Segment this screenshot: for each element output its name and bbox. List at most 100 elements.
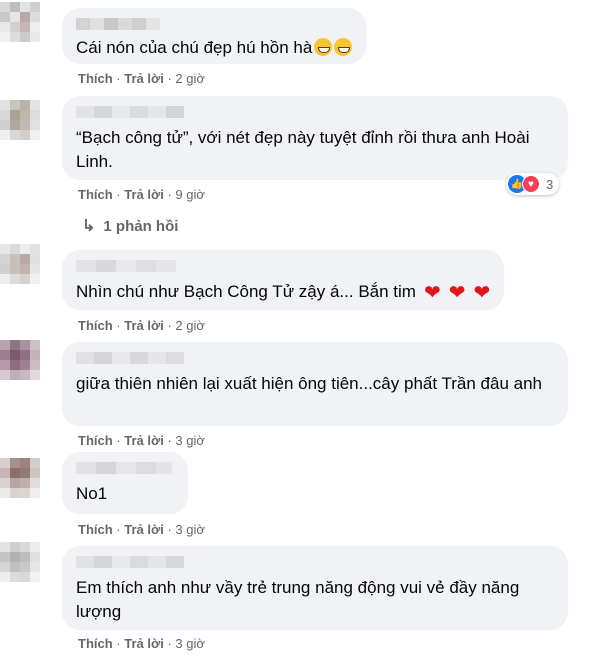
like-link[interactable]: Thích [78,318,113,333]
avatar-pixel [10,562,20,572]
avatar-pixel [20,12,30,22]
comment-bubble: “Bạch công tử”, với nét đẹp này tuyệt đỉ… [62,96,568,180]
grinning-face-icon [334,38,353,56]
avatar-pixel [10,478,20,488]
timestamp[interactable]: 3 giờ [175,433,205,448]
like-link[interactable]: Thích [78,187,113,202]
avatar-pixel [10,274,20,284]
avatar[interactable] [0,244,40,284]
avatar-pixel [20,110,30,120]
avatar-pixel [10,22,20,32]
like-link[interactable]: Thích [78,71,113,86]
avatar-pixel [20,2,30,12]
avatar-pixel [30,370,40,380]
avatar-pixel [0,120,10,130]
avatar-pixel [20,120,30,130]
timestamp[interactable]: 9 giờ [175,187,205,202]
reply-link[interactable]: Trả lời [124,433,164,448]
avatar-pixel [0,468,10,478]
avatar-pixel [30,32,40,42]
commenter-name-blurred[interactable] [76,556,554,568]
avatar-pixel [0,12,10,22]
like-link[interactable]: Thích [78,636,113,651]
avatar-pixel [0,552,10,562]
avatar-pixel [0,542,10,552]
like-link[interactable]: Thích [78,522,113,537]
heart-icon: ❤ [448,282,466,304]
view-replies-link[interactable]: ↳ 1 phản hồi [82,216,178,236]
avatar-pixel [10,458,20,468]
reply-link[interactable]: Trả lời [124,636,164,651]
avatar-pixel [20,370,30,380]
avatar-pixel [20,360,30,370]
avatar-pixel [0,572,10,582]
reply-link[interactable]: Trả lời [124,318,164,333]
reply-link[interactable]: Trả lời [124,71,164,86]
avatar[interactable] [0,100,40,140]
comment-bubble: Cái nón của chú đẹp hú hồn hà [62,8,367,64]
comment-text: Em thích anh như vầy trẻ trung năng động… [76,578,520,621]
avatar-pixel [20,32,30,42]
avatar-pixel [30,340,40,350]
comment-actions: Thích · Trả lời · 2 giờ [78,71,205,86]
timestamp[interactable]: 3 giờ [175,522,205,537]
avatar-pixel [30,572,40,582]
timestamp[interactable]: 3 giờ [175,636,205,651]
avatar-pixel [0,274,10,284]
reply-link[interactable]: Trả lời [124,522,164,537]
comment-actions: Thích · Trả lời · 3 giờ [78,433,205,448]
timestamp[interactable]: 2 giờ [175,318,205,333]
avatar-pixel [10,264,20,274]
avatar-pixel [10,120,20,130]
avatar-pixel [0,22,10,32]
comment-bubble: Em thích anh như vầy trẻ trung năng động… [62,546,568,630]
commenter-name-blurred[interactable] [76,352,554,364]
avatar-pixel [20,572,30,582]
avatar-pixel [20,552,30,562]
avatar-pixel [30,552,40,562]
avatar-pixel [30,130,40,140]
avatar-pixel [20,350,30,360]
reply-link[interactable]: Trả lời [124,187,164,202]
like-link[interactable]: Thích [78,433,113,448]
comment-bubble: Nhìn chú như Bạch Công Tử zậy á... Bắn t… [62,250,505,310]
avatar-pixel [30,458,40,468]
avatar-pixel [10,32,20,42]
timestamp[interactable]: 2 giờ [175,71,205,86]
avatar-pixel [0,2,10,12]
avatar-pixel [20,468,30,478]
avatar-pixel [20,340,30,350]
avatar[interactable] [0,542,40,582]
avatar-pixel [10,130,20,140]
avatar-pixel [20,458,30,468]
avatar-pixel [20,130,30,140]
reaction-summary[interactable]: 👍 ♥ 3 [506,173,560,195]
comment-text: Nhìn chú như Bạch Công Tử zậy á... Bắn t… [76,282,491,304]
comment-bubble: No1 [62,452,188,514]
commenter-name-blurred[interactable] [76,462,174,474]
commenter-name-blurred[interactable] [76,260,490,272]
avatar-pixel [30,264,40,274]
avatar-pixel [30,12,40,22]
avatar-pixel [0,130,10,140]
avatar-pixel [30,244,40,254]
avatar-pixel [10,110,20,120]
commenter-name-blurred[interactable] [76,106,554,118]
reply-arrow-icon: ↳ [82,218,96,235]
avatar-pixel [10,350,20,360]
comment-text: Cái nón của chú đẹp hú hồn hà [76,36,353,60]
avatar-pixel [10,100,20,110]
avatar-pixel [0,562,10,572]
comment-text: No1 [76,484,108,503]
avatar[interactable] [0,340,40,380]
avatar-pixel [20,254,30,264]
comment-actions: Thích · Trả lời · 3 giờ [78,522,205,537]
comment-actions: Thích · Trả lời · 2 giờ [78,318,205,333]
avatar[interactable] [0,2,40,42]
avatar-pixel [20,488,30,498]
avatar-pixel [10,360,20,370]
avatar[interactable] [0,458,40,498]
avatar-pixel [30,2,40,12]
commenter-name-blurred[interactable] [76,18,352,30]
avatar-pixel [20,542,30,552]
